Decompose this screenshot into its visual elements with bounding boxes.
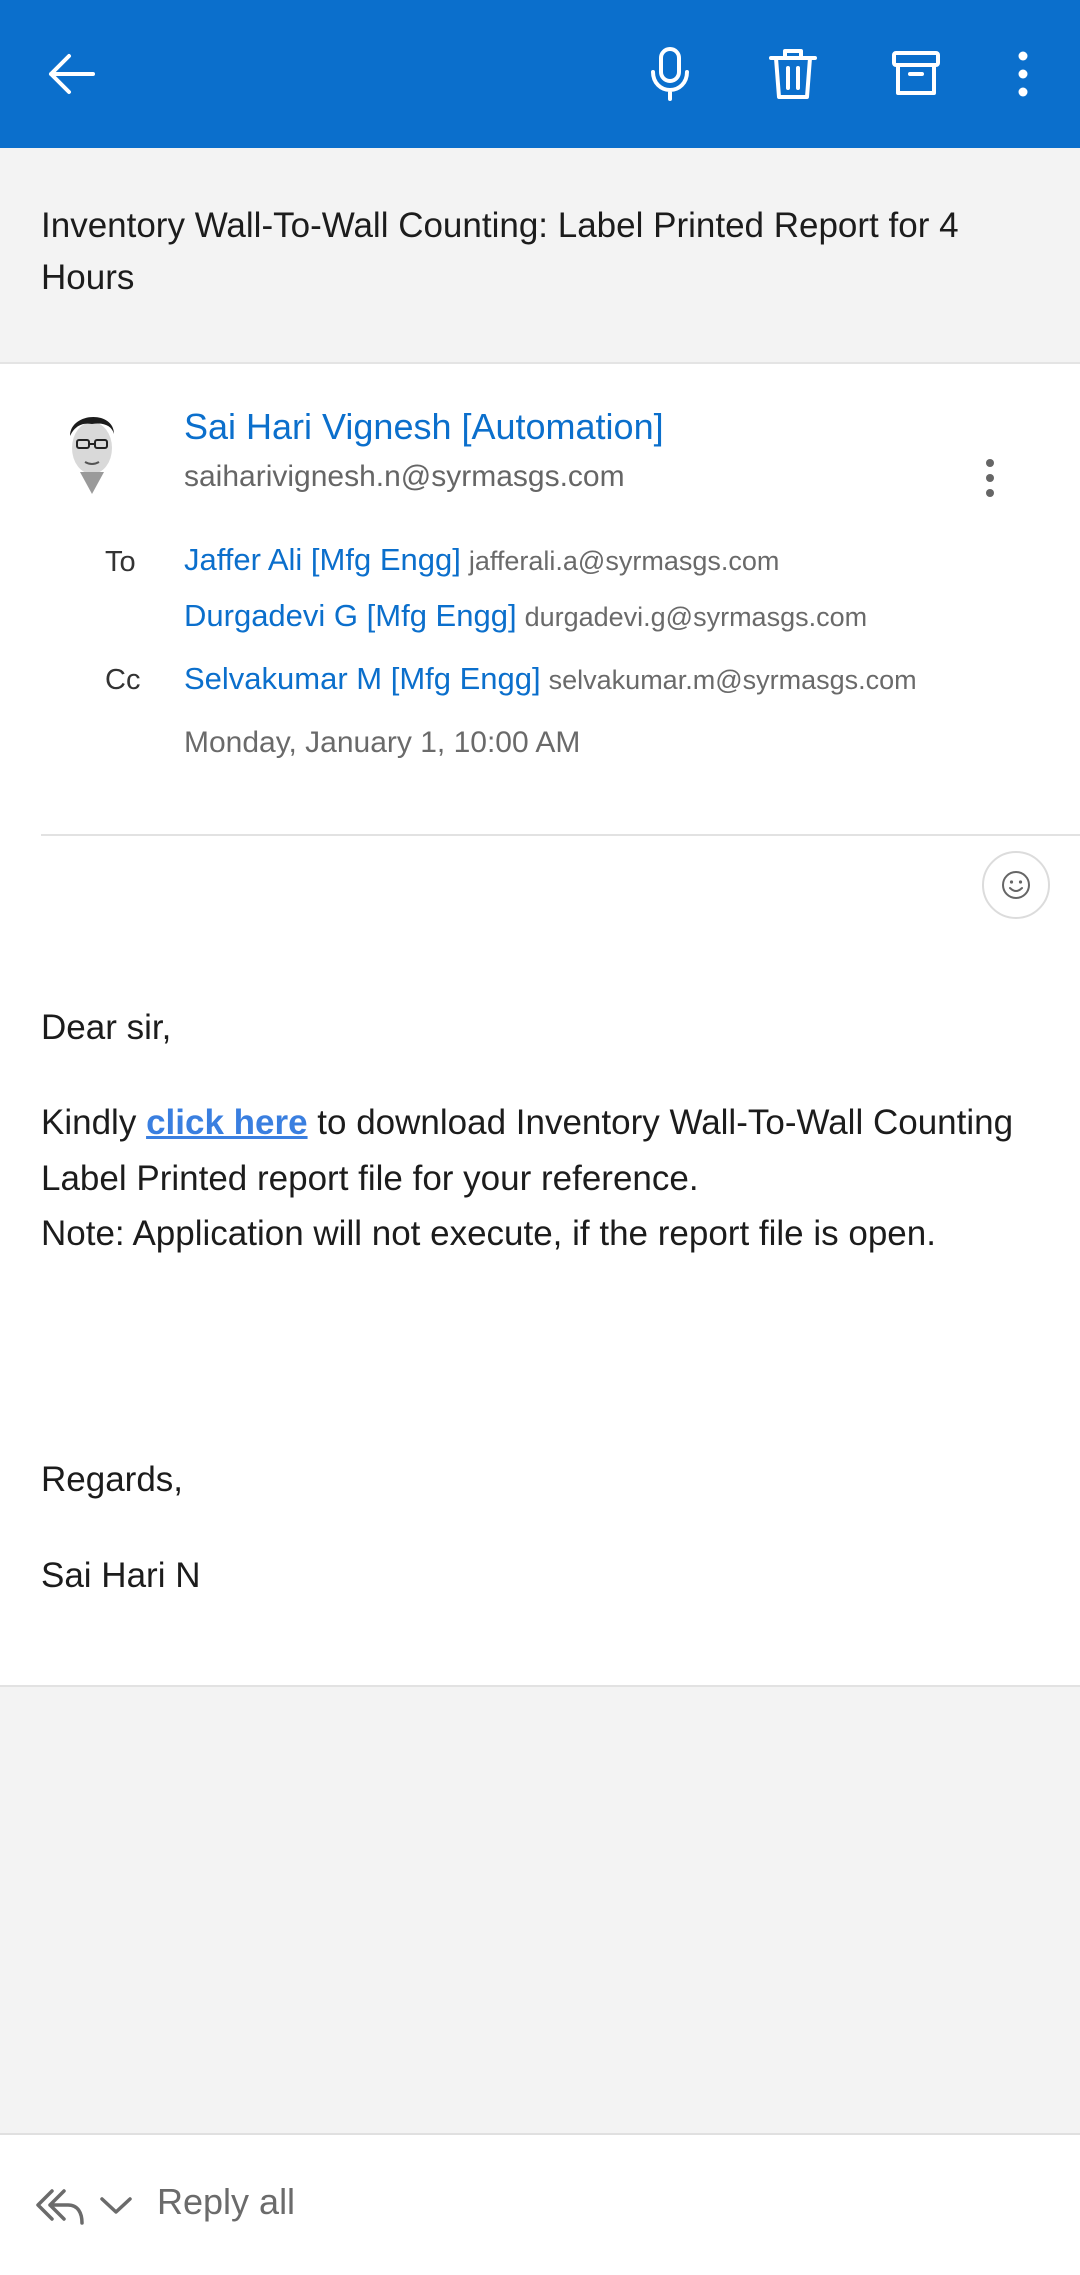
delete-button[interactable] <box>756 37 830 111</box>
back-arrow-icon <box>49 54 95 94</box>
sender-name[interactable]: Sai Hari Vignesh [Automation] <box>184 406 664 448</box>
download-link[interactable]: click here <box>146 1103 308 1142</box>
reply-all-button[interactable]: Reply all <box>157 2181 295 2223</box>
recipient-to-1[interactable]: Jaffer Ali [Mfg Engg] jafferali.a@syrmasg… <box>184 542 779 578</box>
body-text-before-link: Kindly <box>41 1103 147 1142</box>
archive-icon <box>892 51 940 95</box>
sender-avatar[interactable] <box>52 402 132 498</box>
closing-text: Regards, <box>41 1460 184 1499</box>
recipient-name: Selvakumar M [Mfg Engg] <box>184 661 541 696</box>
more-dot <box>986 489 994 497</box>
top-app-bar <box>0 0 1080 148</box>
archive-button[interactable] <box>879 37 953 111</box>
to-label: To <box>105 546 136 578</box>
reply-bar: Reply all <box>0 2133 1080 2275</box>
dictate-button[interactable] <box>633 37 707 111</box>
more-options-button[interactable] <box>986 37 1060 111</box>
email-subject: Inventory Wall-To-Wall Counting: Label P… <box>41 206 959 297</box>
recipient-name: Durgadevi G [Mfg Engg] <box>184 598 517 633</box>
header-divider <box>41 834 1080 836</box>
recipient-email: selvakumar.m@syrmasgs.com <box>548 665 917 695</box>
recipient-email: durgadevi.g@syrmasgs.com <box>524 602 868 632</box>
sent-date: Monday, January 1, 10:00 AM <box>184 726 581 759</box>
microphone-icon <box>651 47 689 101</box>
more-dot <box>986 459 994 467</box>
trash-icon <box>769 49 817 99</box>
cc-label: Cc <box>105 664 141 696</box>
recipient-email: jafferali.a@syrmasgs.com <box>468 546 780 576</box>
recipient-cc-1[interactable]: Selvakumar M [Mfg Engg] selvakumar.m@syrm… <box>184 661 917 697</box>
subject-header: Inventory Wall-To-Wall Counting: Label P… <box>0 148 1080 364</box>
more-vertical-icon <box>1018 51 1028 97</box>
sender-email: saiharivignesh.n@syrmasgs.com <box>184 460 625 493</box>
react-button[interactable] <box>982 851 1050 919</box>
note-text: Note: Application will not execute, if t… <box>41 1214 936 1253</box>
greeting: Dear sir, <box>41 1008 172 1047</box>
reply-all-icon[interactable] <box>34 2183 86 2227</box>
recipient-to-2[interactable]: Durgadevi G [Mfg Engg] durgadevi.g@syrmas… <box>184 598 867 634</box>
signature-text: Sai Hari N <box>41 1556 201 1595</box>
recipient-name: Jaffer Ali [Mfg Engg] <box>184 542 461 577</box>
more-dot <box>986 474 994 482</box>
body-paragraph: Kindly click here to download Inventory … <box>41 1095 1041 1207</box>
chevron-down-icon[interactable] <box>98 2193 134 2217</box>
back-button[interactable] <box>34 37 108 111</box>
message-more-button[interactable] <box>966 450 1014 506</box>
smiley-icon <box>1002 871 1030 899</box>
message-card: Sai Hari Vignesh [Automation] saiharivig… <box>0 364 1080 1687</box>
